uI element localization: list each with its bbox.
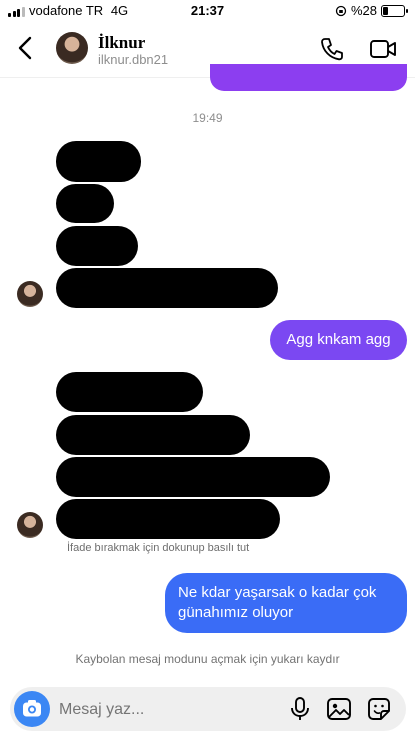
battery-icon — [381, 4, 408, 17]
previous-message-bubble[interactable] — [210, 64, 407, 91]
timestamp: 19:49 — [192, 111, 223, 125]
message-input[interactable] — [57, 695, 241, 725]
reaction-hint: İfade bırakmak için dokunup basılı tut — [67, 542, 250, 554]
phone-icon[interactable] — [319, 36, 345, 62]
redacted-message[interactable] — [56, 141, 141, 182]
back-arrow-icon[interactable] — [14, 34, 38, 62]
outgoing-message[interactable]: Agg knkam agg — [270, 320, 407, 360]
redacted-message[interactable] — [56, 457, 330, 497]
contact-name[interactable]: İlknur — [98, 33, 145, 53]
status-bar: vodafone TR 4G 21:37 %28 — [0, 0, 415, 22]
status-right: %28 — [335, 3, 408, 18]
contact-username[interactable]: ilknur.dbn21 — [98, 52, 168, 67]
message-composer — [10, 687, 406, 731]
redacted-message[interactable] — [56, 226, 138, 266]
camera-button[interactable] — [14, 691, 50, 727]
message-line: Ne kdar yaşarsak o kadar çok — [178, 584, 377, 601]
redacted-message[interactable] — [56, 415, 250, 455]
microphone-icon[interactable] — [286, 695, 314, 723]
sticker-icon[interactable] — [365, 695, 393, 723]
video-camera-icon[interactable] — [369, 36, 397, 62]
sender-avatar[interactable] — [17, 281, 43, 307]
orientation-lock-icon — [335, 5, 347, 16]
vanish-mode-hint: Kaybolan mesaj modunu açmak için yukarı … — [75, 652, 340, 666]
outgoing-message[interactable]: Ne kdar yaşarsak o kadar çok günahımız o… — [165, 573, 407, 633]
gallery-icon[interactable] — [325, 695, 353, 723]
battery-percent: %28 — [350, 3, 377, 18]
redacted-message[interactable] — [56, 372, 203, 412]
message-line: günahımız oluyor — [178, 604, 294, 621]
contact-avatar[interactable] — [56, 32, 88, 64]
sender-avatar[interactable] — [17, 512, 43, 538]
redacted-message[interactable] — [56, 184, 114, 223]
redacted-message[interactable] — [56, 499, 280, 539]
camera-icon — [23, 700, 41, 717]
redacted-message[interactable] — [56, 268, 278, 308]
